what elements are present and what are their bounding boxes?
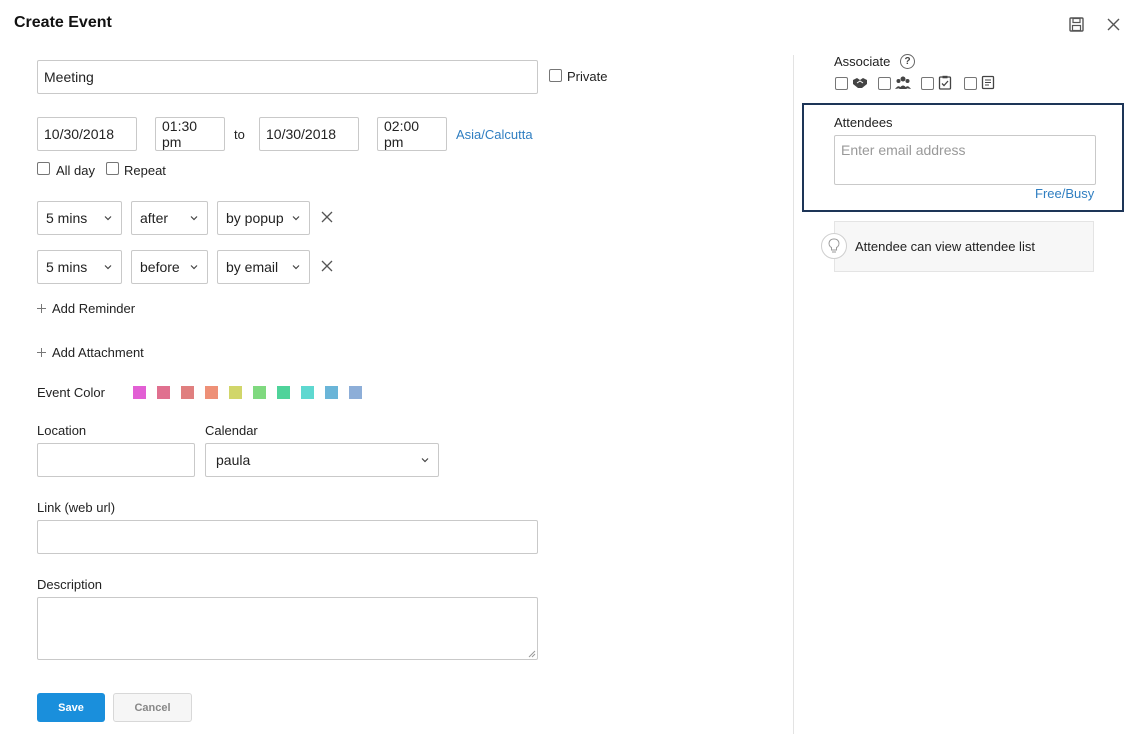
remove-reminder-2-icon[interactable] (320, 259, 334, 273)
cancel-button[interactable]: Cancel (113, 693, 192, 722)
event-color-swatch[interactable] (205, 386, 218, 399)
description-label: Description (37, 577, 103, 592)
add-attachment-button[interactable]: Add Attachment (37, 345, 144, 360)
event-color-swatch[interactable] (157, 386, 170, 399)
chevron-down-icon (292, 216, 300, 221)
all-day-label: All day (56, 163, 96, 178)
attendees-label: Attendees (834, 115, 893, 130)
select-value: paula (216, 452, 251, 468)
reminder-1-method-select[interactable]: by popup (217, 201, 310, 235)
remove-reminder-1-icon[interactable] (320, 210, 334, 224)
note-icon (981, 75, 995, 90)
timezone-link[interactable]: Asia/Calcutta (456, 127, 533, 142)
associate-note-checkbox[interactable] (964, 77, 977, 90)
chevron-down-icon (421, 458, 429, 463)
associate-task-checkbox[interactable] (921, 77, 934, 90)
description-textarea[interactable] (37, 597, 538, 660)
event-color-swatch[interactable] (181, 386, 194, 399)
lightbulb-icon (821, 233, 847, 259)
all-day-checkbox[interactable] (37, 162, 50, 175)
free-busy-link[interactable]: Free/Busy (1035, 186, 1094, 201)
chevron-down-icon (190, 265, 198, 270)
select-value: 5 mins (46, 210, 88, 226)
end-time-input[interactable]: 02:00 pm (377, 117, 447, 151)
reminder-2-relation-select[interactable]: before (131, 250, 208, 284)
event-color-swatch[interactable] (133, 386, 146, 399)
associate-label: Associate (834, 54, 891, 69)
close-icon[interactable] (1103, 14, 1123, 34)
group-icon (895, 76, 911, 89)
event-color-swatch[interactable] (253, 386, 266, 399)
select-value: by popup (226, 210, 284, 226)
plus-icon (37, 348, 46, 357)
link-label: Link (web url) (37, 500, 116, 515)
select-value: by email (226, 259, 279, 275)
attendees-email-input[interactable]: Enter email address (834, 135, 1096, 185)
event-color-swatch[interactable] (277, 386, 290, 399)
add-attachment-label: Add Attachment (52, 345, 144, 360)
plus-icon (37, 304, 46, 313)
location-label: Location (37, 423, 87, 438)
add-reminder-label: Add Reminder (52, 301, 136, 316)
associate-contact-checkbox[interactable] (878, 77, 891, 90)
event-title-input[interactable]: Meeting (37, 60, 538, 94)
resize-handle-icon[interactable] (528, 650, 536, 658)
chevron-down-icon (292, 265, 300, 270)
chevron-down-icon (104, 216, 112, 221)
select-value: 5 mins (46, 259, 88, 275)
event-color-label: Event Color (37, 385, 105, 400)
link-input[interactable] (37, 520, 538, 554)
reminder-2-method-select[interactable]: by email (217, 250, 310, 284)
event-color-swatch[interactable] (325, 386, 338, 399)
task-clipboard-icon (938, 75, 952, 90)
help-icon[interactable]: ? (900, 54, 915, 69)
event-color-swatch[interactable] (301, 386, 314, 399)
end-date-input[interactable]: 10/30/2018 (259, 117, 359, 151)
associate-deal-checkbox[interactable] (835, 77, 848, 90)
handshake-icon (853, 78, 867, 88)
dialog-title: Create Event (14, 14, 112, 31)
select-value: before (140, 259, 180, 275)
reminder-1-relation-select[interactable]: after (131, 201, 208, 235)
chevron-down-icon (104, 265, 112, 270)
calendar-select[interactable]: paula (205, 443, 439, 477)
chevron-down-icon (190, 216, 198, 221)
panel-divider (793, 55, 794, 734)
start-time-input[interactable]: 01:30 pm (155, 117, 225, 151)
private-checkbox[interactable] (549, 69, 562, 82)
select-value: after (140, 210, 169, 226)
floppy-disk-icon[interactable] (1066, 14, 1086, 34)
event-color-swatch[interactable] (349, 386, 362, 399)
reminder-2-duration-select[interactable]: 5 mins (37, 250, 122, 284)
calendar-label: Calendar (205, 423, 258, 438)
location-input[interactable] (37, 443, 195, 477)
private-label: Private (567, 69, 608, 84)
reminder-1-duration-select[interactable]: 5 mins (37, 201, 122, 235)
save-button[interactable]: Save (37, 693, 105, 722)
to-label: to (234, 127, 245, 142)
start-date-input[interactable]: 10/30/2018 (37, 117, 137, 151)
repeat-label: Repeat (124, 163, 166, 178)
repeat-checkbox[interactable] (106, 162, 119, 175)
tip-text: Attendee can view attendee list (855, 239, 1035, 254)
event-color-swatch[interactable] (229, 386, 242, 399)
add-reminder-button[interactable]: Add Reminder (37, 301, 135, 316)
